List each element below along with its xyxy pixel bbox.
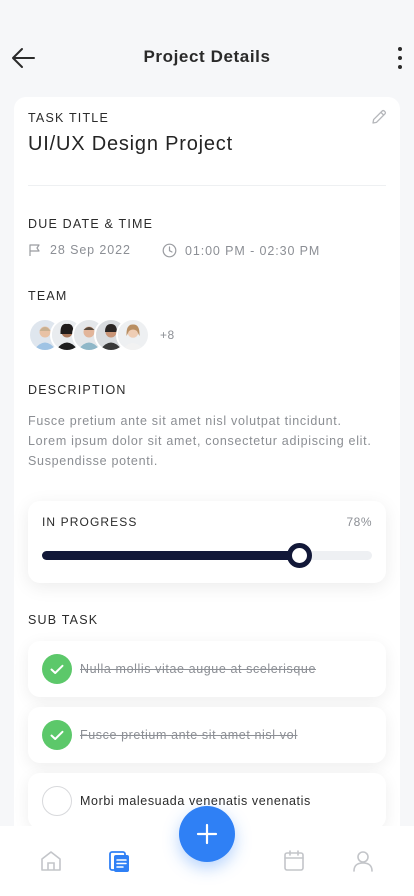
header: Project Details bbox=[0, 0, 414, 96]
subtask-text: Nulla mollis vitae augue at scelerisque bbox=[80, 662, 317, 676]
team-avatars[interactable]: +8 bbox=[28, 317, 175, 353]
check-icon bbox=[50, 730, 64, 740]
plus-icon bbox=[196, 823, 218, 845]
home-icon bbox=[41, 851, 61, 871]
due-date-text: 28 Sep 2022 bbox=[50, 243, 131, 257]
profile-icon bbox=[353, 851, 373, 872]
add-button[interactable] bbox=[179, 806, 235, 862]
progress-track[interactable] bbox=[42, 543, 372, 568]
project-details-card: TASK TITLE UI/UX Design Project DUE DATE… bbox=[14, 97, 400, 837]
progress-fill bbox=[42, 551, 300, 560]
progress-card: IN PROGRESS 78% bbox=[28, 501, 386, 583]
subtask-item[interactable]: Fusce pretium ante sit amet nisl vol bbox=[28, 707, 386, 763]
description-text: Fusce pretium ante sit amet nisl volutpa… bbox=[28, 414, 372, 468]
tasks-icon bbox=[109, 851, 129, 872]
avatar bbox=[116, 318, 150, 352]
checkbox-unchecked[interactable] bbox=[42, 786, 72, 816]
checkbox-checked[interactable] bbox=[42, 720, 72, 750]
page-title: Project Details bbox=[143, 47, 271, 66]
calendar-icon bbox=[284, 850, 304, 871]
subtask-text: Fusce pretium ante sit amet nisl vol bbox=[80, 728, 298, 742]
due-date: 28 Sep 2022 bbox=[28, 243, 131, 257]
description-label: DESCRIPTION bbox=[28, 383, 127, 397]
due-time: 01:00 PM - 02:30 PM bbox=[162, 243, 320, 258]
nav-tasks[interactable] bbox=[107, 848, 133, 874]
progress-percent: 78% bbox=[346, 515, 372, 529]
flag-icon bbox=[29, 244, 40, 256]
clock-icon bbox=[162, 243, 177, 258]
nav-home[interactable] bbox=[38, 848, 64, 874]
checkbox-checked[interactable] bbox=[42, 654, 72, 684]
due-time-text: 01:00 PM - 02:30 PM bbox=[185, 243, 321, 258]
subtask-text: Morbi malesuada venenatis venenatis bbox=[80, 794, 311, 808]
edit-button[interactable] bbox=[370, 108, 388, 126]
pencil-icon bbox=[372, 109, 387, 124]
progress-label: IN PROGRESS bbox=[42, 515, 138, 529]
task-title-label: TASK TITLE bbox=[28, 111, 110, 125]
more-vertical-icon bbox=[398, 47, 402, 51]
divider bbox=[28, 185, 386, 186]
subtask-item[interactable]: Nulla mollis vitae augue at scelerisque bbox=[28, 641, 386, 697]
team-label: TEAM bbox=[28, 289, 68, 303]
subtask-label: SUB TASK bbox=[28, 613, 99, 627]
more-options-button[interactable] bbox=[394, 44, 406, 72]
due-date-label: DUE DATE & TIME bbox=[28, 217, 154, 231]
check-icon bbox=[50, 664, 64, 674]
progress-handle[interactable] bbox=[287, 543, 313, 568]
nav-profile[interactable] bbox=[350, 848, 376, 874]
team-more-count: +8 bbox=[160, 328, 175, 342]
task-title: UI/UX Design Project bbox=[28, 133, 233, 155]
nav-calendar[interactable] bbox=[281, 848, 307, 874]
